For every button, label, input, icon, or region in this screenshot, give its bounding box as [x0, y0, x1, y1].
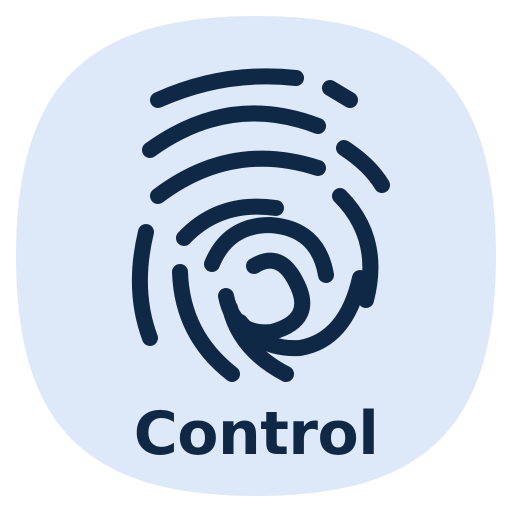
app-icon[interactable]: Control: [0, 0, 512, 512]
app-name-label: Control: [133, 399, 379, 469]
